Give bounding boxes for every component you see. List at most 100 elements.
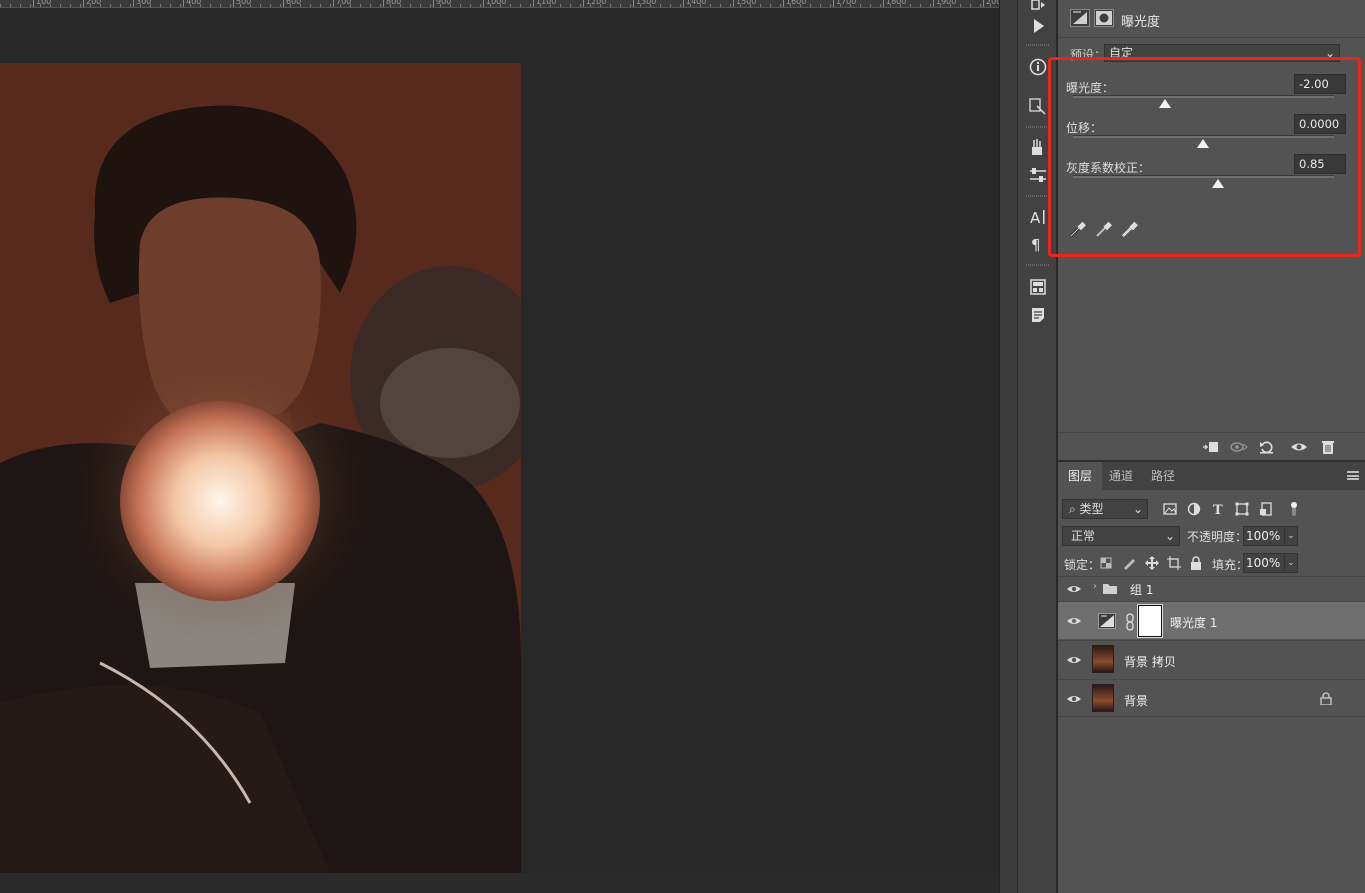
ruler-major-tick	[333, 0, 334, 7]
filter-type-icon[interactable]: T	[1210, 501, 1226, 518]
ruler-major-tick	[183, 0, 184, 7]
ruler-major-tick	[133, 0, 134, 7]
ruler-label: 400	[186, 0, 202, 6]
lock-icon	[1320, 692, 1332, 708]
portrait-photo	[0, 63, 521, 873]
layer-name: 背景	[1124, 694, 1149, 708]
layer-thumbnail[interactable]	[1092, 645, 1114, 673]
visibility-eye-icon[interactable]	[1066, 692, 1082, 706]
ruler-label: 200	[986, 0, 999, 6]
ruler-major-tick	[733, 0, 734, 7]
filter-smart-object-icon[interactable]	[1258, 501, 1274, 517]
reset-icon[interactable]	[1258, 439, 1276, 455]
layer-row-background-copy[interactable]: 背景 拷贝	[1058, 640, 1365, 678]
ruler-major-tick	[583, 0, 584, 7]
folder-icon	[1102, 582, 1118, 598]
ruler-label: 900	[436, 0, 452, 6]
layer-mask-thumbnail[interactable]	[1137, 604, 1163, 638]
layer-row-exposure[interactable]: 曝光度 1	[1058, 601, 1365, 639]
ruler-label: 1500	[736, 0, 757, 6]
ruler-major-tick	[983, 0, 984, 7]
trash-icon[interactable]	[1319, 439, 1337, 455]
ruler-label: 1900	[936, 0, 957, 6]
fill-input[interactable]: 100%	[1243, 553, 1285, 573]
clone-source-icon[interactable]	[1028, 97, 1048, 117]
tab-channels[interactable]: 通道	[1099, 462, 1143, 490]
highlight-annotation-box	[1048, 57, 1361, 257]
lock-all-icon[interactable]	[1188, 555, 1204, 571]
filter-shape-icon[interactable]	[1234, 501, 1250, 517]
visibility-eye-icon[interactable]	[1066, 582, 1082, 596]
tab-layers[interactable]: 图层	[1058, 462, 1103, 490]
visibility-eye-icon[interactable]	[1066, 614, 1082, 628]
ruler-label: 1700	[836, 0, 857, 6]
chevron-down-icon[interactable]: ⌄	[1284, 553, 1298, 573]
ruler-major-tick	[883, 0, 884, 7]
ruler-major-tick	[933, 0, 934, 7]
filter-pixel-icon[interactable]	[1162, 501, 1178, 517]
tab-paths[interactable]: 路径	[1141, 462, 1185, 490]
vertical-scrollbar[interactable]	[999, 0, 1017, 893]
svg-text:T: T	[1213, 503, 1223, 517]
filter-toggle-icon[interactable]	[1286, 501, 1302, 517]
blend-mode-value: 正常	[1071, 529, 1096, 543]
layers-panel: 图层 通道 路径 ⌕ 类型 ⌄ T 正常 ⌄ 不透明度： 100% ⌄ 锁定：	[1058, 460, 1365, 893]
panel-menu-icon[interactable]	[1347, 471, 1359, 480]
layer-filter-dropdown[interactable]: ⌕ 类型 ⌄	[1062, 499, 1148, 519]
lock-artboard-icon[interactable]	[1166, 555, 1182, 571]
info-icon[interactable]	[1028, 57, 1048, 77]
document-image[interactable]	[0, 63, 521, 873]
ruler-label: 500	[236, 0, 252, 6]
link-chain-icon[interactable]	[1125, 613, 1135, 634]
lock-transparent-pixels-icon[interactable]	[1098, 555, 1114, 571]
separator	[1026, 126, 1050, 128]
ruler-label: 1600	[786, 0, 807, 6]
ruler-label: 1200	[586, 0, 607, 6]
opacity-input[interactable]: 100%	[1243, 526, 1285, 546]
properties-title: 曝光度	[1121, 15, 1161, 30]
layer-name: 曝光度 1	[1170, 616, 1218, 630]
layers-tabbar: 图层 通道 路径	[1058, 462, 1365, 490]
blend-mode-dropdown[interactable]: 正常 ⌄	[1062, 526, 1180, 546]
layer-row-group[interactable]: › 组 1	[1058, 576, 1365, 600]
ruler-major-tick	[83, 0, 84, 7]
separator	[1026, 195, 1050, 197]
layer-thumbnail[interactable]	[1092, 684, 1114, 712]
character-icon[interactable]: A	[1028, 207, 1048, 227]
document-canvas-area[interactable]: 100 200 300 400 500 600 700 800 900 1000 1100 1200 1…	[0, 0, 999, 893]
adjustments-sliders-icon[interactable]	[1028, 165, 1048, 185]
ruler-label: 800	[386, 0, 402, 6]
chevron-down-icon: ⌄	[1132, 502, 1143, 516]
layer-comps-icon[interactable]	[1028, 277, 1048, 297]
separator	[1026, 264, 1050, 266]
chevron-right-icon[interactable]: ›	[1093, 581, 1097, 592]
ruler-label: 300	[136, 0, 152, 6]
brushes-icon[interactable]	[1028, 137, 1048, 157]
clip-to-layer-icon[interactable]	[1201, 439, 1219, 455]
ruler-label: 600	[286, 0, 302, 6]
layer-name: 背景 拷贝	[1124, 655, 1176, 669]
notes-icon[interactable]	[1028, 305, 1048, 325]
ruler-label: 700	[336, 0, 352, 6]
lock-image-pixels-icon[interactable]	[1121, 555, 1137, 571]
adjustment-layer-icon[interactable]	[1070, 9, 1090, 27]
visibility-eye-icon[interactable]	[1066, 653, 1082, 667]
chevron-down-icon[interactable]: ⌄	[1284, 526, 1298, 546]
search-icon: ⌕	[1069, 502, 1080, 516]
filter-adjustment-icon[interactable]	[1186, 501, 1202, 517]
ruler-major-tick	[483, 0, 484, 7]
ruler-major-tick	[533, 0, 534, 7]
paragraph-icon[interactable]: ¶	[1028, 234, 1048, 254]
layer-mask-icon[interactable]	[1094, 9, 1114, 27]
view-previous-state-icon[interactable]	[1230, 439, 1248, 455]
tool-preset-icon[interactable]	[1028, 0, 1048, 16]
visibility-eye-icon[interactable]	[1290, 439, 1308, 455]
layer-row-background[interactable]: 背景	[1058, 679, 1365, 717]
play-action-icon[interactable]	[1028, 16, 1048, 36]
layer-name: 组 1	[1130, 583, 1154, 597]
ruler-label: 1000	[486, 0, 507, 6]
ruler-label: 200	[86, 0, 102, 6]
canvas-bottom-bar	[0, 873, 999, 893]
properties-footer	[1058, 432, 1365, 460]
lock-position-icon[interactable]	[1144, 555, 1160, 571]
